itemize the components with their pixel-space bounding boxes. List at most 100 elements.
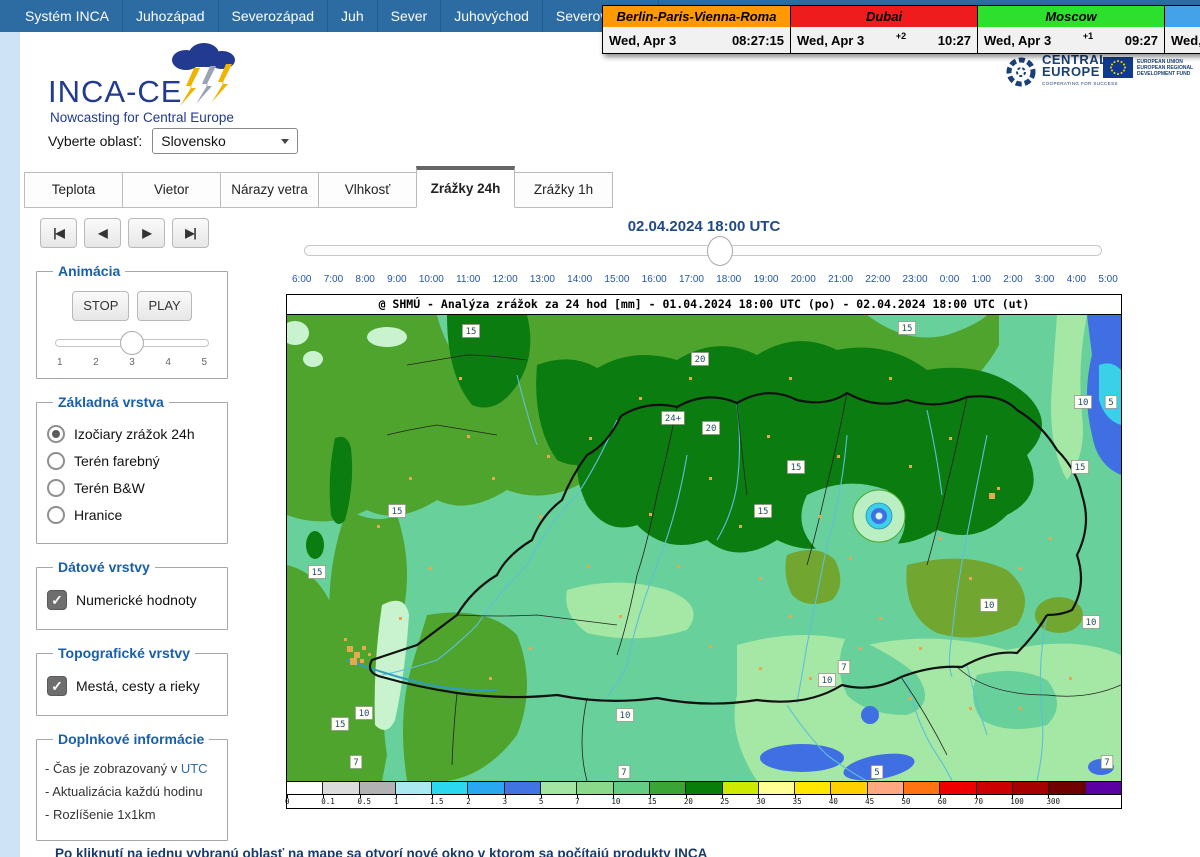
tab-vietor[interactable]: Vietor xyxy=(122,172,221,208)
play-button[interactable]: PLAY xyxy=(137,291,191,321)
checkbox-icon[interactable]: ✓ xyxy=(47,676,67,696)
time-slider[interactable] xyxy=(304,245,1102,256)
time-tick[interactable]: 17:00 xyxy=(679,274,704,285)
radio-icon[interactable] xyxy=(47,506,65,524)
clock-day: Wed, xyxy=(1171,33,1200,48)
city-marker xyxy=(368,653,371,656)
nav-item-juhoz-pad[interactable]: Juhozápad xyxy=(122,0,218,32)
radio-option-ter-n-farebn[interactable]: Terén farebný xyxy=(47,452,219,470)
legend-color-cell xyxy=(359,782,395,794)
speed-slider-handle[interactable] xyxy=(120,331,144,355)
city-marker xyxy=(677,565,680,568)
time-tick[interactable]: 12:00 xyxy=(493,274,518,285)
time-tick[interactable]: 1:00 xyxy=(972,274,991,285)
region-select[interactable]: Slovensko xyxy=(152,128,298,154)
speed-slider[interactable] xyxy=(55,339,209,347)
time-tick[interactable]: 6:00 xyxy=(292,274,311,285)
stop-button[interactable]: STOP xyxy=(72,291,129,321)
time-tick[interactable]: 3:00 xyxy=(1035,274,1054,285)
svg-text:15: 15 xyxy=(758,507,769,517)
eu-logo-text-line: DEVELOPMENT FUND xyxy=(1137,71,1193,77)
time-tick[interactable]: 11:00 xyxy=(456,274,480,285)
time-tick[interactable]: 21:00 xyxy=(828,274,853,285)
time-tick[interactable]: 13:00 xyxy=(530,274,555,285)
tab-vlhkos[interactable]: Vlhkosť xyxy=(318,172,417,208)
radio-label: Terén B&W xyxy=(74,480,145,496)
info-line: - Čas je zobrazovaný v UTC xyxy=(45,761,219,776)
animation-panel: Animácia STOP PLAY 12345 xyxy=(36,263,228,379)
base-layer-panel: Základná vrstva Izočiary zrážok 24hTerén… xyxy=(36,394,228,544)
time-tick[interactable]: 2:00 xyxy=(1003,274,1022,285)
time-tick[interactable]: 4:00 xyxy=(1067,274,1086,285)
time-tick[interactable]: 16:00 xyxy=(642,274,667,285)
legend-tick-mark xyxy=(867,795,868,798)
nav-item-juhov-chod[interactable]: Juhovýchod xyxy=(440,0,542,32)
legend-value: 2 xyxy=(466,797,471,806)
region-select-label: Vyberte oblasť: xyxy=(48,133,142,149)
map-value-label: 24+ xyxy=(662,412,685,425)
tab-zr-ky-24h[interactable]: Zrážky 24h xyxy=(416,166,515,208)
last-frame-button[interactable]: ▶| xyxy=(172,218,209,248)
time-tick[interactable]: 22:00 xyxy=(865,274,890,285)
legend-color-cell xyxy=(431,782,467,794)
checkbox-label: Numerické hodnoty xyxy=(76,592,197,608)
prev-frame-button[interactable]: ◀ xyxy=(84,218,121,248)
map-value-label: 15 xyxy=(787,461,804,474)
city-marker xyxy=(1069,677,1072,680)
city-marker xyxy=(909,697,912,700)
time-tick[interactable]: 23:00 xyxy=(903,274,928,285)
radio-option-ter-n-b-w[interactable]: Terén B&W xyxy=(47,479,219,497)
svg-text:5: 5 xyxy=(874,768,879,778)
speed-label: 1 xyxy=(57,357,63,368)
checkbox-option-numerick-hodnoty[interactable]: ✓ Numerické hodnoty xyxy=(47,590,219,610)
radio-option-hranice[interactable]: Hranice xyxy=(47,506,219,524)
speed-label: 5 xyxy=(201,357,207,368)
first-frame-button[interactable]: |◀ xyxy=(40,218,77,248)
city-marker xyxy=(849,557,852,560)
next-frame-button[interactable]: ▶ xyxy=(128,218,165,248)
legend-color-cell xyxy=(794,782,830,794)
city-marker xyxy=(939,537,942,540)
map-value-label: 10 xyxy=(1074,396,1091,409)
nav-item-juh[interactable]: Juh xyxy=(327,0,377,32)
legend-value: 40 xyxy=(829,797,838,806)
clock-time: 10:27 xyxy=(938,33,971,48)
legend-value: 30 xyxy=(756,797,765,806)
time-tick[interactable]: 15:00 xyxy=(604,274,629,285)
time-tick[interactable]: 0:00 xyxy=(940,274,959,285)
time-tick[interactable]: 14:00 xyxy=(567,274,592,285)
legend-color-cell xyxy=(322,782,358,794)
city-marker xyxy=(649,513,652,516)
radio-icon[interactable] xyxy=(47,479,65,497)
map-value-label: 15 xyxy=(308,566,325,579)
city-marker xyxy=(354,652,360,658)
time-tick[interactable]: 20:00 xyxy=(791,274,816,285)
time-tick[interactable]: 7:00 xyxy=(324,274,343,285)
time-tick[interactable]: 8:00 xyxy=(355,274,374,285)
time-tick[interactable]: 5:00 xyxy=(1098,274,1117,285)
time-tick[interactable]: 19:00 xyxy=(753,274,778,285)
city-marker xyxy=(619,615,622,618)
radio-icon[interactable] xyxy=(47,425,65,443)
nav-item-sever[interactable]: Sever xyxy=(377,0,441,32)
radio-icon[interactable] xyxy=(47,452,65,470)
checkbox-option-mest-cesty-a-rieky[interactable]: ✓Mestá, cesty a rieky xyxy=(47,676,219,696)
checkbox-icon[interactable]: ✓ xyxy=(47,590,67,610)
city-marker xyxy=(360,659,364,663)
legend-value: 25 xyxy=(720,797,729,806)
tab-n-razy-vetra[interactable]: Nárazy vetra xyxy=(220,172,319,208)
city-marker xyxy=(467,435,470,438)
radio-option-izo-iary-zr-ok-24h[interactable]: Izočiary zrážok 24h xyxy=(47,425,219,443)
time-tick[interactable]: 18:00 xyxy=(716,274,741,285)
time-tick[interactable]: 9:00 xyxy=(387,274,406,285)
nav-item-syst-m-inca[interactable]: Systém INCA xyxy=(12,0,122,32)
time-slider-handle[interactable] xyxy=(707,236,733,266)
nav-item-severoz-pad[interactable]: Severozápad xyxy=(218,0,328,32)
utc-link[interactable]: UTC xyxy=(181,761,208,776)
city-marker xyxy=(837,455,840,458)
clock-city-label: Dubai xyxy=(791,6,977,27)
tab-teplota[interactable]: Teplota xyxy=(24,172,123,208)
time-tick[interactable]: 10:00 xyxy=(419,274,444,285)
tab-zr-ky-1h[interactable]: Zrážky 1h xyxy=(514,172,613,208)
precipitation-map[interactable]: @ SHMÚ - Analýza zrážok za 24 hod [mm] -… xyxy=(286,294,1122,809)
